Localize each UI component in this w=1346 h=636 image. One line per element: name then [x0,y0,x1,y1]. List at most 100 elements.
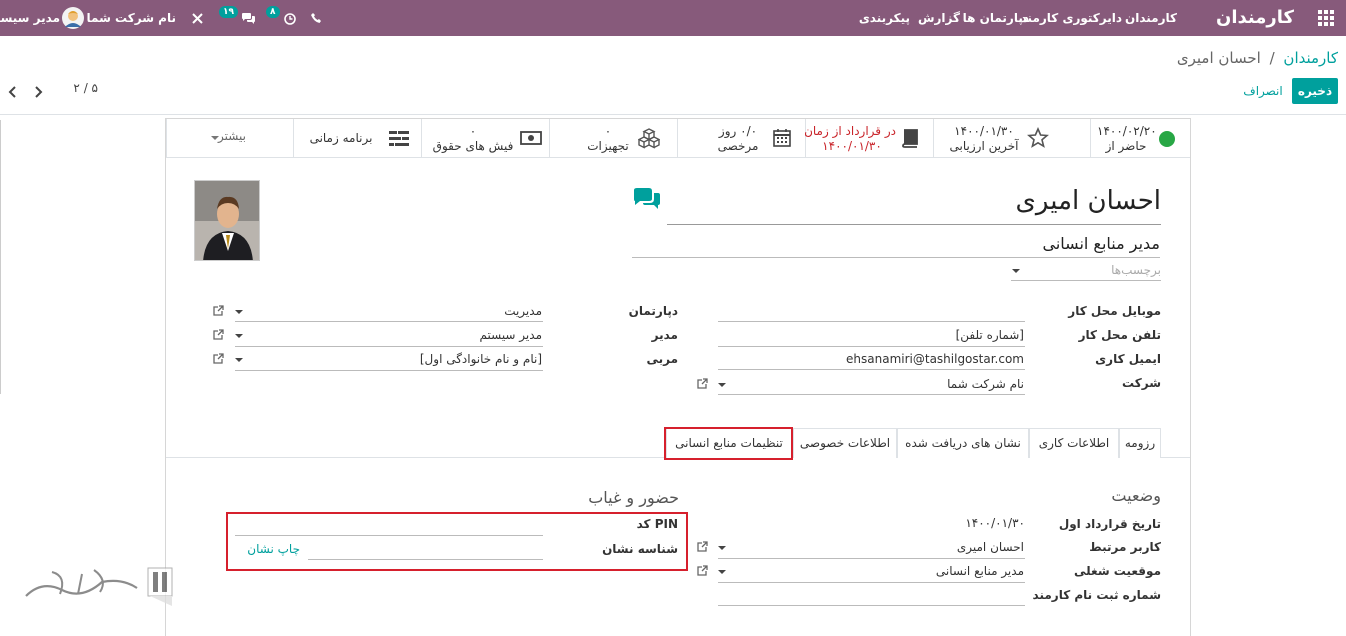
save-button[interactable]: ذخیره [1292,78,1338,104]
manager-underline [235,346,543,347]
chat-icon [242,13,256,24]
department-field[interactable]: مدیریت [256,304,542,318]
cubes-icon [638,128,660,149]
coach-dropdown-icon[interactable] [235,358,243,362]
breadcrumb: کارمندان / احسان امیری [1177,49,1338,69]
user-avatar[interactable] [62,0,86,36]
pin-code-underline [235,535,543,536]
work-schedule-label: برنامه زمانی [309,131,373,145]
tab-private-information[interactable]: اطلاعات خصوصی [793,428,897,458]
activity-indicator[interactable]: ۸ [266,0,296,36]
manager-external-link-icon[interactable] [213,329,224,340]
send-message-button[interactable] [632,188,662,212]
job-position-external-link-icon[interactable] [697,565,708,576]
presence-date: ۱۴۰۰/۰۲/۲۰ [1097,124,1157,138]
top-navbar: کارمندان کارمندان دایرکتوری کارمند دپارت… [0,0,1346,36]
tab-received-badges[interactable]: نشان های دریافت شده [897,428,1029,458]
related-user-external-link-icon[interactable] [697,541,708,552]
status-section-title: وضعیت [1111,486,1161,505]
work-email-underline [718,369,1025,370]
schedule-icon [389,131,409,146]
manager-dropdown-icon[interactable] [235,334,243,338]
time-off-days: ۰/۰ روز [718,124,758,138]
time-off-button[interactable]: ۰/۰ روز مرخصی [677,119,805,157]
breadcrumb-current: احسان امیری [1176,49,1261,67]
presence-button[interactable]: ۱۴۰۰/۰۲/۲۰ حاضر از [1090,119,1190,157]
watermark-logo [22,560,182,610]
work-email-label: ایمیل کاری [1095,352,1161,366]
job-position-field[interactable]: مدیر منابع انسانی [740,564,1024,578]
book-icon [902,129,918,148]
tags-dropdown-icon[interactable] [1012,269,1020,273]
chevron-left-icon [8,86,16,98]
payslips-button[interactable]: ۰ فیش های حقوق [421,119,549,157]
company-underline [718,394,1025,395]
control-panel-divider [0,114,1346,115]
messaging-indicator[interactable]: ۱۹ [219,0,256,36]
comments-icon [634,188,660,209]
payslips-label: فیش های حقوق [432,139,514,153]
menu-employees[interactable]: کارمندان [1125,0,1177,36]
pager-next-button[interactable] [33,86,45,100]
chevron-right-icon [35,86,43,98]
employee-name-field[interactable]: احسان امیری [667,183,1161,223]
last-appraisal-button[interactable]: ۱۴۰۰/۰۱/۳۰ آخرین ارزیابی [933,119,1090,157]
user-menu[interactable]: مدیر سیستم [0,0,60,36]
related-user-field[interactable]: احسان امیری [740,540,1024,554]
star-icon [1027,127,1049,148]
work-phone-label: تلفن محل کار [1078,328,1161,342]
more-button[interactable]: بیشتر [166,119,293,157]
work-email-field[interactable]: ehsanamiri@tashilgostar.com [718,352,1024,366]
apps-menu-icon[interactable] [1318,0,1338,36]
job-position-label: موقعیت شغلی [1074,564,1161,578]
clock-icon [283,12,296,25]
left-scroll-edge [0,120,1,394]
menu-departments[interactable]: دپارتمان ها [963,0,1029,36]
pager-value[interactable]: ۵ / ۲ [58,81,98,95]
company-dropdown-icon[interactable] [718,383,726,387]
phone-icon[interactable] [311,0,323,36]
contract-button[interactable]: در قرارداد از زمان ۱۴۰۰/۰۱/۳۰ [804,119,933,157]
manager-label: مدیر [651,328,678,342]
tab-resume[interactable]: رزومه [1119,428,1161,458]
job-title-field[interactable]: مدیر منابع انسانی [632,233,1161,255]
first-contract-date-value: ۱۴۰۰/۰۱/۳۰ [965,516,1025,530]
coach-field[interactable]: [نام و نام خانوادگی اول] [256,352,542,366]
company-switcher[interactable]: نام شرکت شما [87,0,176,36]
company-field[interactable]: نام شرکت شما [740,377,1024,391]
tags-underline [1011,280,1161,281]
print-badge-button[interactable]: چاپ نشان [240,542,300,556]
app-title[interactable]: کارمندان [1216,0,1294,36]
work-phone-field[interactable]: [شماره تلفن] [718,328,1024,342]
coach-label: مربی [646,352,678,366]
pager-previous-button[interactable] [8,86,20,100]
last-appraisal-date: ۱۴۰۰/۰۱/۳۰ [954,124,1014,138]
more-dropdown-icon [211,136,219,140]
menu-configuration[interactable]: پیکربندی [859,0,910,36]
job-position-dropdown-icon[interactable] [718,570,726,574]
department-dropdown-icon[interactable] [235,310,243,314]
payslips-count: ۰ [469,124,477,138]
menu-reporting[interactable]: گزارش [918,0,960,36]
manager-field[interactable]: مدیر سیستم [256,328,543,342]
tab-work-information[interactable]: اطلاعات کاری [1029,428,1119,458]
activity-count-badge: ۸ [266,6,280,18]
job-position-underline [718,582,1025,583]
coach-external-link-icon[interactable] [213,353,224,364]
breadcrumb-parent[interactable]: کارمندان [1283,49,1338,67]
menu-employee-directory[interactable]: دایرکتوری کارمند [1021,0,1122,36]
discard-button[interactable]: انصراف [1240,78,1286,104]
registration-number-underline [718,605,1025,606]
related-user-underline [718,558,1025,559]
company-external-link-icon[interactable] [697,378,708,389]
equipment-button[interactable]: ۰ تجهیزات [549,119,677,157]
debug-tools-icon[interactable] [192,0,204,36]
smart-buttons-bar: ۱۴۰۰/۰۲/۲۰ حاضر از ۱۴۰۰/۰۱/۳۰ آخرین ارزی… [166,119,1190,158]
employee-photo[interactable] [194,180,260,261]
presence-status-icon [1159,131,1175,147]
work-schedule-button[interactable]: برنامه زمانی [293,119,421,157]
tags-field[interactable]: برچسب‌ها [1030,263,1161,281]
department-external-link-icon[interactable] [213,305,224,316]
job-title-underline [632,257,1160,258]
related-user-dropdown-icon[interactable] [718,546,726,550]
